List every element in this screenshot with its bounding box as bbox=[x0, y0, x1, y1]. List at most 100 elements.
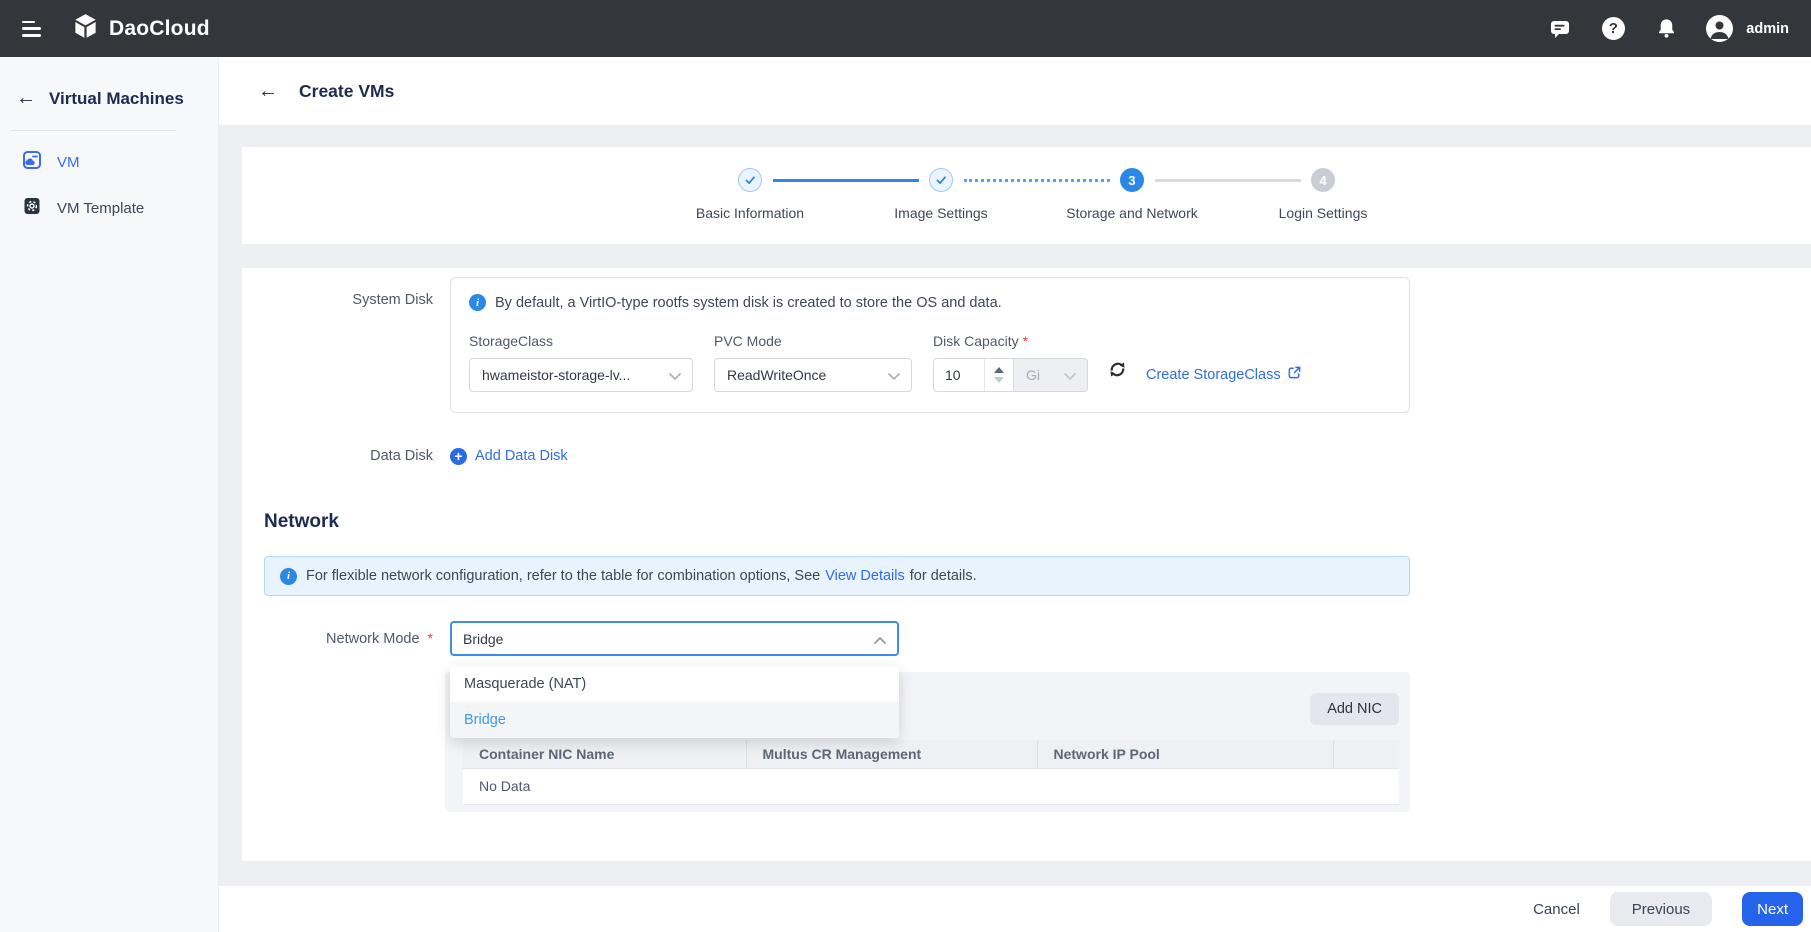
system-disk-info: i By default, a VirtIO-type rootfs syste… bbox=[469, 294, 1391, 311]
sidebar-nav: VM VM Template bbox=[0, 139, 218, 231]
pvc-mode-label: PVC Mode bbox=[714, 333, 782, 349]
network-mode-label: Network Mode * bbox=[326, 630, 433, 647]
pvc-mode-value: ReadWriteOnce bbox=[727, 367, 827, 383]
disk-capacity-stepper bbox=[984, 359, 1013, 391]
step-image-settings[interactable]: Image Settings bbox=[846, 168, 1037, 221]
option-masquerade-nat[interactable]: Masquerade (NAT) bbox=[450, 666, 899, 702]
network-mode-dropdown-menu: Masquerade (NAT) Bridge bbox=[450, 666, 899, 738]
info-icon: i bbox=[469, 294, 486, 311]
vm-template-icon bbox=[22, 196, 42, 220]
storageclass-value: hwameistor-storage-lv... bbox=[482, 367, 631, 383]
vm-icon bbox=[22, 150, 42, 174]
brand-name: DaoCloud bbox=[109, 16, 210, 40]
chevron-down-icon bbox=[1064, 367, 1076, 383]
system-disk-row: System Disk i By default, a VirtIO-type … bbox=[242, 277, 1811, 413]
required-asterisk: * bbox=[427, 630, 433, 646]
add-data-disk-link[interactable]: + Add Data Disk bbox=[450, 447, 568, 465]
menu-toggle-icon[interactable] bbox=[22, 20, 44, 37]
page-back-arrow-icon[interactable]: ← bbox=[258, 80, 278, 103]
nic-table: Container NIC Name Multus CR Management … bbox=[463, 740, 1399, 805]
required-asterisk: * bbox=[1022, 333, 1029, 349]
network-heading: Network bbox=[264, 511, 339, 532]
disk-capacity-label: Disk Capacity * bbox=[933, 333, 1029, 349]
network-mode-select-wrap: Bridge Masquerade (NAT) Bridge bbox=[450, 621, 899, 738]
user-avatar[interactable] bbox=[1706, 15, 1734, 42]
step-label: Login Settings bbox=[1278, 205, 1368, 221]
storageclass-field: StorageClass hwameistor-storage-lv... bbox=[469, 333, 714, 392]
form-card: System Disk i By default, a VirtIO-type … bbox=[242, 268, 1811, 861]
data-disk-row: Data Disk + Add Data Disk bbox=[242, 444, 1811, 468]
disk-capacity-group: Gi bbox=[933, 358, 1088, 392]
no-data-cell: No Data bbox=[463, 768, 1399, 805]
step-login-settings[interactable]: 4 Login Settings bbox=[1228, 168, 1419, 221]
notifications-bell-icon[interactable] bbox=[1653, 16, 1679, 42]
step-label: Storage and Network bbox=[1066, 205, 1198, 221]
info-icon: i bbox=[280, 567, 297, 585]
sidebar-back-arrow-icon[interactable]: ← bbox=[16, 87, 36, 110]
network-info-alert: i For flexible network configuration, re… bbox=[264, 556, 1410, 596]
brand[interactable]: DaoCloud bbox=[72, 13, 210, 45]
system-disk-info-text: By default, a VirtIO-type rootfs system … bbox=[495, 294, 1002, 311]
alert-text: For flexible network configuration, refe… bbox=[306, 568, 977, 584]
network-mode-value: Bridge bbox=[463, 630, 504, 647]
data-disk-label: Data Disk bbox=[370, 448, 433, 464]
disk-capacity-inputbox bbox=[933, 358, 1014, 392]
main-content: ← Create VMs Basic Information Image Set… bbox=[219, 57, 1811, 932]
sidebar-header: ← Virtual Machines bbox=[0, 57, 218, 110]
create-storageclass-link[interactable]: Create StorageClass bbox=[1146, 365, 1302, 384]
sidebar-item-vm-template[interactable]: VM Template bbox=[0, 185, 218, 231]
chevron-down-icon bbox=[669, 367, 681, 383]
storageclass-label: StorageClass bbox=[469, 333, 554, 349]
step-label: Basic Information bbox=[695, 205, 805, 221]
step-number-badge: 4 bbox=[1311, 168, 1335, 192]
footer-actions: Cancel Previous Next bbox=[219, 886, 1811, 932]
disk-capacity-input[interactable] bbox=[934, 359, 984, 391]
page-header: ← Create VMs bbox=[219, 57, 1811, 125]
add-nic-button[interactable]: Add NIC bbox=[1310, 693, 1399, 725]
username-label: admin bbox=[1746, 20, 1789, 37]
sidebar-item-label: VM Template bbox=[57, 199, 145, 217]
page-title: Create VMs bbox=[299, 80, 395, 101]
previous-button[interactable]: Previous bbox=[1609, 892, 1713, 926]
stepper-card: Basic Information Image Settings 3 Stora… bbox=[242, 147, 1811, 244]
capacity-unit-value: Gi bbox=[1026, 367, 1040, 383]
network-mode-select[interactable]: Bridge bbox=[450, 621, 899, 656]
next-button[interactable]: Next bbox=[1742, 892, 1803, 926]
step-number-badge: 3 bbox=[1120, 168, 1144, 192]
nic-table-empty-row: No Data bbox=[463, 768, 1399, 805]
column-network-ip-pool: Network IP Pool bbox=[1037, 740, 1334, 769]
capacity-unit-select[interactable]: Gi bbox=[1013, 358, 1088, 392]
daocloud-logo-icon bbox=[72, 13, 99, 45]
step-done-check-icon bbox=[929, 168, 953, 192]
stepper: Basic Information Image Settings 3 Stora… bbox=[655, 168, 1419, 228]
disk-capacity-field: Disk Capacity * 10 Gi bbox=[933, 333, 1088, 392]
step-basic-information[interactable]: Basic Information bbox=[655, 168, 846, 221]
view-details-link[interactable]: View Details bbox=[825, 568, 905, 584]
chevron-up-icon bbox=[874, 631, 886, 647]
column-multus-cr-management: Multus CR Management bbox=[746, 740, 1038, 769]
option-bridge[interactable]: Bridge bbox=[450, 702, 899, 738]
sidebar-item-vm[interactable]: VM bbox=[0, 139, 218, 185]
messages-icon[interactable] bbox=[1547, 16, 1573, 42]
sidebar-title: Virtual Machines bbox=[49, 88, 184, 108]
step-label: Image Settings bbox=[894, 205, 988, 221]
system-disk-box: i By default, a VirtIO-type rootfs syste… bbox=[450, 277, 1410, 413]
plus-circle-icon: + bbox=[450, 447, 467, 465]
column-container-nic-name: Container NIC Name bbox=[463, 740, 747, 769]
help-icon[interactable]: ? bbox=[1600, 16, 1626, 42]
step-storage-and-network[interactable]: 3 Storage and Network bbox=[1037, 168, 1228, 221]
chevron-down-icon bbox=[888, 367, 900, 383]
storageclass-select[interactable]: hwameistor-storage-lv... bbox=[469, 358, 693, 392]
cancel-button[interactable]: Cancel bbox=[1533, 901, 1580, 918]
system-disk-fields: StorageClass hwameistor-storage-lv... PV… bbox=[469, 333, 1391, 392]
sidebar-item-label: VM bbox=[57, 153, 80, 171]
column-actions bbox=[1333, 740, 1399, 769]
topbar: DaoCloud ? admin bbox=[0, 0, 1811, 57]
pvc-mode-select[interactable]: ReadWriteOnce bbox=[714, 358, 912, 392]
refresh-icon[interactable] bbox=[1107, 359, 1128, 385]
step-done-check-icon bbox=[738, 168, 762, 192]
sidebar-divider bbox=[10, 130, 176, 131]
stepper-down-icon[interactable] bbox=[994, 377, 1004, 383]
system-disk-label: System Disk bbox=[352, 292, 433, 308]
stepper-up-icon[interactable] bbox=[994, 367, 1004, 373]
